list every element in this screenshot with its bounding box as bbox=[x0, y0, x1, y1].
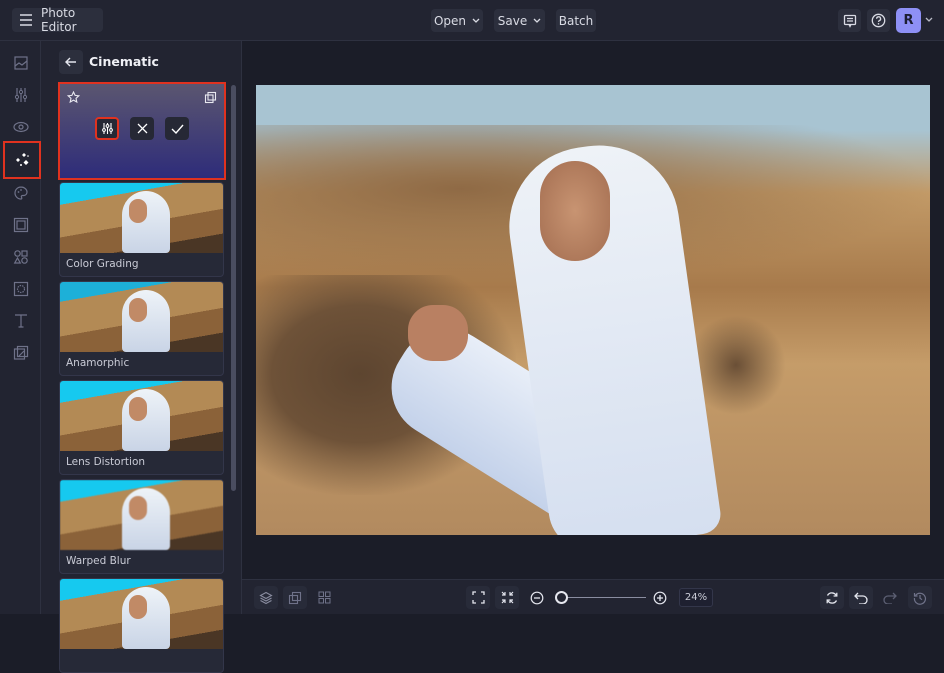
compare-button[interactable] bbox=[283, 586, 307, 609]
history-icon bbox=[913, 591, 927, 605]
text-icon bbox=[13, 313, 29, 329]
preset-label: Warped Blur bbox=[66, 555, 131, 567]
open-label: Open bbox=[433, 13, 467, 28]
grid-icon bbox=[318, 591, 331, 604]
preset-card-warped-blur[interactable]: Warped Blur bbox=[59, 479, 224, 574]
bottom-bar: 24% bbox=[242, 579, 944, 614]
preset-thumbnail bbox=[60, 282, 223, 352]
comment-icon bbox=[843, 14, 857, 28]
top-bar: Photo Editor Open Save Batch R bbox=[0, 0, 944, 41]
layers-icon bbox=[259, 591, 273, 605]
layers-edit-icon bbox=[13, 345, 29, 361]
rail-item-paint[interactable] bbox=[5, 179, 36, 207]
preset-card-color-grading[interactable]: Color Grading bbox=[59, 182, 224, 277]
preset-label: Lens Distortion bbox=[66, 456, 146, 468]
batch-button[interactable]: Batch bbox=[556, 9, 596, 32]
preset-thumbnail bbox=[60, 183, 223, 253]
zoom-slider-knob[interactable] bbox=[555, 591, 568, 604]
panel-title: Cinematic bbox=[89, 54, 159, 69]
rail-item-text[interactable] bbox=[5, 307, 36, 335]
zoom-in-icon[interactable] bbox=[653, 591, 667, 605]
avatar[interactable]: R bbox=[896, 8, 921, 33]
rail-item-adjustments[interactable] bbox=[5, 81, 36, 109]
photo-canvas[interactable] bbox=[256, 85, 930, 535]
preset-thumbnail bbox=[60, 480, 223, 550]
preset-thumbnail bbox=[60, 579, 223, 649]
active-preset-card[interactable] bbox=[58, 82, 226, 180]
shrink-icon bbox=[501, 591, 514, 604]
preset-card-next[interactable] bbox=[59, 578, 224, 673]
open-button[interactable]: Open bbox=[431, 9, 483, 32]
preset-card-lens-distortion[interactable]: Lens Distortion bbox=[59, 380, 224, 475]
refresh-icon bbox=[825, 591, 839, 605]
duplicate-icon[interactable] bbox=[204, 91, 217, 104]
chevron-down-icon bbox=[533, 18, 541, 23]
sliders-icon bbox=[13, 87, 29, 103]
zoom-percent-field[interactable]: 24% bbox=[679, 588, 713, 607]
batch-label: Batch bbox=[558, 13, 594, 28]
palette-icon bbox=[13, 185, 29, 201]
grid-button[interactable] bbox=[312, 586, 336, 609]
apply-preset-button[interactable] bbox=[165, 117, 189, 140]
preset-thumbnail bbox=[60, 381, 223, 451]
actual-size-button[interactable] bbox=[495, 586, 519, 609]
reset-button[interactable] bbox=[820, 586, 844, 609]
rail-item-overlays[interactable] bbox=[5, 275, 36, 303]
fit-screen-button[interactable] bbox=[466, 586, 490, 609]
effects-panel: Cinematic Color Grading Anamorphic Lens … bbox=[41, 41, 242, 673]
texture-icon bbox=[13, 281, 29, 297]
adjust-preset-button[interactable] bbox=[95, 117, 119, 140]
image-icon bbox=[13, 55, 29, 71]
back-button[interactable] bbox=[59, 50, 83, 74]
chevron-down-icon bbox=[472, 18, 480, 23]
expand-icon bbox=[471, 591, 485, 604]
close-icon bbox=[137, 123, 148, 134]
sliders-icon bbox=[101, 122, 114, 135]
arrow-left-icon bbox=[65, 57, 77, 67]
rail-item-frames[interactable] bbox=[5, 211, 36, 239]
rail-item-image[interactable] bbox=[5, 49, 36, 77]
menu-button[interactable]: Photo Editor bbox=[12, 6, 103, 34]
hamburger-icon bbox=[19, 14, 33, 26]
shapes-icon bbox=[13, 249, 29, 265]
feedback-button[interactable] bbox=[838, 9, 861, 32]
app-title: Photo Editor bbox=[41, 6, 77, 34]
rail-item-graphics[interactable] bbox=[5, 243, 36, 271]
tool-rail bbox=[0, 41, 41, 614]
history-button[interactable] bbox=[908, 586, 932, 609]
redo-button[interactable] bbox=[878, 586, 902, 609]
help-icon bbox=[871, 13, 886, 28]
sparkles-icon bbox=[13, 151, 31, 169]
help-button[interactable] bbox=[867, 9, 890, 32]
zoom-out-icon[interactable] bbox=[530, 591, 544, 605]
rail-item-cutout[interactable] bbox=[5, 339, 36, 367]
compare-icon bbox=[288, 591, 302, 605]
layers-button[interactable] bbox=[254, 586, 278, 609]
eye-icon bbox=[12, 121, 29, 133]
account-chevron-down-icon[interactable] bbox=[925, 17, 933, 22]
redo-icon bbox=[883, 592, 897, 604]
avatar-initial: R bbox=[903, 13, 914, 28]
preset-label: Color Grading bbox=[66, 258, 139, 270]
undo-button[interactable] bbox=[849, 586, 873, 609]
zoom-slider-track[interactable] bbox=[562, 597, 646, 598]
rail-item-effects[interactable] bbox=[3, 141, 41, 179]
preset-label: Anamorphic bbox=[66, 357, 130, 369]
cancel-preset-button[interactable] bbox=[130, 117, 154, 140]
save-button[interactable]: Save bbox=[494, 9, 545, 32]
frame-icon bbox=[13, 217, 29, 233]
check-icon bbox=[171, 124, 184, 134]
undo-icon bbox=[854, 592, 868, 604]
rail-item-preview[interactable] bbox=[5, 113, 36, 141]
favorite-star-icon[interactable] bbox=[67, 91, 80, 104]
preset-card-anamorphic[interactable]: Anamorphic bbox=[59, 281, 224, 376]
save-label: Save bbox=[497, 13, 528, 28]
panel-scrollbar[interactable] bbox=[231, 85, 236, 491]
